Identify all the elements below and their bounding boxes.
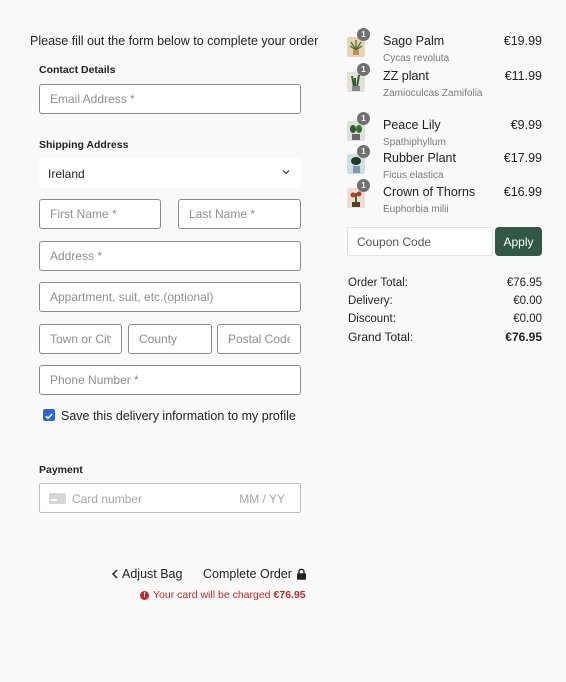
grand-total-value: €76.95 <box>505 330 542 344</box>
item-name: Crown of Thorns <box>383 185 476 199</box>
discount-label: Discount: <box>348 313 396 325</box>
quantity-badge: 1 <box>357 112 370 125</box>
email-field-wrapper <box>39 84 301 114</box>
adjust-bag-button[interactable]: Adjust Bag <box>111 567 182 581</box>
email-field[interactable] <box>40 85 300 113</box>
item-name: Rubber Plant <box>383 151 456 165</box>
postal-code-field[interactable] <box>218 325 300 353</box>
address-field[interactable] <box>40 242 300 270</box>
order-summary: Order Total: €76.95 Delivery: €0.00 Disc… <box>348 276 542 348</box>
grand-total-label: Grand Total: <box>348 330 414 344</box>
order-total-label: Order Total: <box>348 277 408 289</box>
quantity-badge: 1 <box>357 63 370 76</box>
item-price: €11.99 <box>504 69 542 83</box>
county-field[interactable] <box>129 325 211 353</box>
item-price: €17.99 <box>503 151 542 165</box>
town-field[interactable] <box>40 325 121 353</box>
complete-order-label: Complete Order <box>203 567 292 581</box>
payment-heading: Payment <box>39 464 83 476</box>
address-wrapper <box>39 241 301 271</box>
last-name-wrapper <box>178 199 301 229</box>
item-price: €16.99 <box>503 185 542 199</box>
item-name: Peace Lily <box>383 118 441 132</box>
discount-row: Discount: €0.00 <box>348 312 542 330</box>
adjust-bag-label: Adjust Bag <box>122 567 183 581</box>
order-total-row: Order Total: €76.95 <box>348 276 542 294</box>
form-instructions: Please fill out the form below to comple… <box>30 34 319 48</box>
chevron-left-icon <box>111 569 118 579</box>
save-info-checkbox[interactable] <box>43 409 55 421</box>
charge-warning: ! Your card will be charged €76.95 <box>140 589 306 601</box>
list-item: 1 Sago Palm Cycas revoluta €19.99 <box>347 28 545 64</box>
list-item: 1 ZZ plant Zamioculcas Zamifolia €11.99 <box>347 63 545 115</box>
quantity-badge: 1 <box>357 179 370 192</box>
phone-wrapper <box>39 365 301 395</box>
contact-details-heading: Contact Details <box>39 64 116 76</box>
list-item: 1 Rubber Plant Ficus elastica €17.99 <box>347 145 545 181</box>
county-wrapper <box>128 324 212 354</box>
item-scientific-name: Ficus elastica <box>383 170 444 181</box>
coupon-wrapper <box>347 227 493 256</box>
item-price: €9.99 <box>510 118 542 132</box>
order-total-value: €76.95 <box>506 277 542 289</box>
error-icon: ! <box>140 590 149 600</box>
complete-order-button[interactable]: Complete Order <box>203 567 307 581</box>
apartment-wrapper <box>39 282 301 312</box>
town-wrapper <box>39 324 122 354</box>
card-number-placeholder: Card number <box>72 492 143 506</box>
charge-warning-text: Your card will be charged <box>153 589 271 601</box>
card-input[interactable]: Card number MM / YY <box>39 483 301 513</box>
last-name-field[interactable] <box>179 200 300 228</box>
first-name-wrapper <box>39 199 161 229</box>
check-icon <box>45 413 53 420</box>
apply-coupon-button[interactable]: Apply <box>495 227 542 256</box>
item-name: ZZ plant <box>383 69 429 83</box>
item-scientific-name: Cycas revoluta <box>383 53 450 64</box>
delivery-value: €0.00 <box>513 295 542 307</box>
postal-code-wrapper <box>217 324 301 354</box>
item-scientific-name: Euphorbia milii <box>383 204 449 215</box>
lock-icon <box>296 568 306 580</box>
save-info-label[interactable]: Save this delivery information to my pro… <box>61 409 296 423</box>
delivery-label: Delivery: <box>348 295 393 307</box>
apartment-field[interactable] <box>40 283 300 311</box>
item-scientific-name: Spathiphyllum <box>383 137 446 148</box>
item-scientific-name: Zamioculcas Zamifolia <box>383 88 483 99</box>
list-item: 1 Crown of Thorns Euphorbia milii €16.99 <box>347 179 545 215</box>
shipping-address-heading: Shipping Address <box>39 139 129 151</box>
first-name-field[interactable] <box>40 200 160 228</box>
charge-amount: €76.95 <box>273 589 306 601</box>
grand-total-row: Grand Total: €76.95 <box>348 330 542 348</box>
credit-card-icon <box>49 493 66 504</box>
phone-field[interactable] <box>40 366 300 394</box>
discount-value: €0.00 <box>513 313 542 325</box>
expiry-placeholder: MM / YY <box>239 492 285 506</box>
list-item: 1 Peace Lily Spathiphyllum €9.99 <box>347 112 545 148</box>
delivery-row: Delivery: €0.00 <box>348 294 542 312</box>
item-price: €19.99 <box>503 34 542 48</box>
country-value: Ireland <box>48 167 85 181</box>
coupon-code-field[interactable] <box>348 228 492 255</box>
quantity-badge: 1 <box>357 145 370 158</box>
quantity-badge: 1 <box>357 28 370 41</box>
chevron-down-icon <box>282 170 290 175</box>
country-select[interactable]: Ireland <box>39 158 301 188</box>
item-name: Sago Palm <box>383 34 445 48</box>
